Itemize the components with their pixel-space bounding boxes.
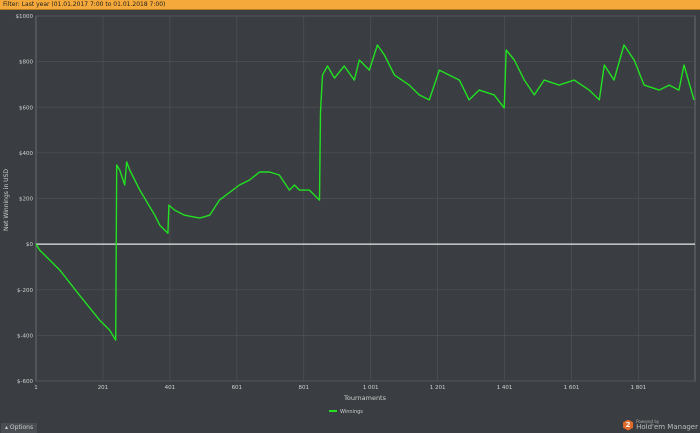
- hem-logo-icon: 2: [623, 419, 634, 431]
- x-tick-label: 1: [34, 385, 38, 391]
- legend-label-winnings: Winnings: [340, 409, 363, 415]
- y-tick-label: $0: [26, 242, 33, 248]
- x-tick-label: 1 201: [430, 385, 446, 391]
- y-tick-label: $-400: [17, 333, 33, 339]
- x-tick-label: 801: [299, 385, 310, 391]
- y-tick-label: $600: [19, 105, 33, 111]
- x-tick-label: 401: [165, 385, 176, 391]
- x-tick-label: 1 601: [564, 385, 580, 391]
- winnings-chart: $1000 $800 $600 $400 $200 $0 $-200 $-400 $-600 1…: [3, 14, 696, 415]
- y-tick-label: $400: [19, 151, 33, 157]
- x-axis-label: Tournaments: [343, 394, 387, 402]
- brand-name: Hold'em Manager: [636, 423, 698, 431]
- y-tick-label: $800: [19, 60, 33, 66]
- legend: Winnings: [329, 409, 363, 415]
- y-tick-label: $-600: [17, 379, 33, 385]
- y-axis: $1000 $800 $600 $400 $200 $0 $-200 $-400 $-600: [16, 14, 34, 385]
- legend-swatch-winnings: [329, 410, 337, 412]
- brand: 2 Powered by Hold'em Manager: [623, 419, 698, 431]
- x-tick-label: 1 401: [497, 385, 513, 391]
- options-label: Options: [9, 424, 34, 431]
- filter-text: Filter: Last year (01.01.2017 7:00 to 01…: [3, 1, 166, 8]
- x-tick-label: 601: [232, 385, 243, 391]
- x-tick-label: 201: [98, 385, 109, 391]
- y-tick-label: $200: [19, 197, 33, 203]
- filter-bar: Filter: Last year (01.01.2017 7:00 to 01…: [0, 0, 700, 10]
- y-tick-label: $1000: [16, 14, 34, 20]
- x-tick-label: 1 001: [363, 385, 379, 391]
- y-axis-label: Net Winnings in USD: [3, 169, 10, 231]
- options-button[interactable]: ▴ Options: [1, 423, 38, 433]
- y-tick-label: $-200: [17, 288, 33, 294]
- x-axis: 1 201 401 601 801 1 001 1 201 1 401 1 601 1 801: [34, 385, 646, 391]
- x-tick-label: 1 801: [631, 385, 647, 391]
